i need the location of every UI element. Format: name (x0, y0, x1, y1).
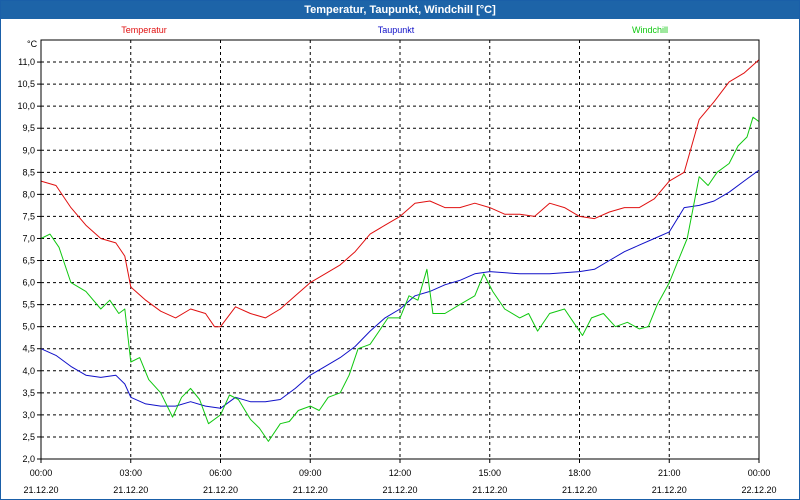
line-chart: 2,0 2,5 3,0 3,5 4,0 4,5 5,0 5,5 6,0 6,5 7,0 7,5 8,0 8… (17, 25, 776, 495)
y-tick-label: 6,0 (22, 278, 35, 288)
y-tick-label: 2,0 (22, 454, 35, 464)
y-tick-label: 3,0 (22, 410, 35, 420)
x-tick-date: 21.12.20 (203, 485, 238, 495)
y-tick-label: 8,0 (22, 189, 35, 199)
x-tick-date: 21.12.20 (652, 485, 687, 495)
legend: Temperatur Taupunkt Windchill (121, 25, 668, 35)
x-tick-time: 15:00 (478, 468, 501, 478)
y-tick-label: 7,0 (22, 233, 35, 243)
x-tick-time: 12:00 (389, 468, 412, 478)
x-tick-date: 21.12.20 (293, 485, 328, 495)
y-tick-label: 9,5 (22, 123, 35, 133)
x-tick-date: 21.12.20 (562, 485, 597, 495)
y-tick-label: 5,5 (22, 300, 35, 310)
series-line-windchill (40, 116, 760, 442)
legend-temperatur: Temperatur (121, 25, 167, 35)
x-tick-time: 00:00 (748, 468, 771, 478)
x-tick-date: 21.12.20 (113, 485, 148, 495)
y-axis-unit: °C (27, 39, 38, 49)
x-tick-time: 03:00 (119, 468, 142, 478)
y-tick-label: 2,5 (22, 432, 35, 442)
y-tick-label: 8,5 (22, 167, 35, 177)
x-tick-time: 06:00 (209, 468, 232, 478)
y-tick-label: 7,5 (22, 211, 35, 221)
grid (41, 40, 759, 459)
y-tick-label: 10,5 (17, 79, 35, 89)
x-tick-date: 21.12.20 (472, 485, 507, 495)
legend-taupunkt: Taupunkt (378, 25, 415, 35)
y-tick-label: 11,0 (18, 57, 35, 67)
x-tick-date: 21.12.20 (23, 485, 58, 495)
x-tick-time: 18:00 (568, 468, 591, 478)
x-tick-time: 21:00 (658, 468, 681, 478)
x-tick-date: 22.12.20 (741, 485, 776, 495)
y-tick-label: 4,0 (22, 366, 35, 376)
y-tick-label: 3,5 (22, 388, 35, 398)
y-tick-label: 9,0 (22, 145, 35, 155)
x-tick-date: 21.12.20 (382, 485, 417, 495)
x-tick-time: 00:00 (30, 468, 53, 478)
y-tick-label: 6,5 (22, 256, 35, 266)
legend-windchill: Windchill (632, 25, 668, 35)
y-tick-label: 5,0 (22, 322, 35, 332)
x-tick-time: 09:00 (299, 468, 322, 478)
y-tick-label: 10,0 (17, 101, 35, 111)
y-tick-label: 4,5 (22, 344, 35, 354)
axes: 2,0 2,5 3,0 3,5 4,0 4,5 5,0 5,5 6,0 6,5 7,0 7,5 8,0 8… (17, 57, 776, 495)
